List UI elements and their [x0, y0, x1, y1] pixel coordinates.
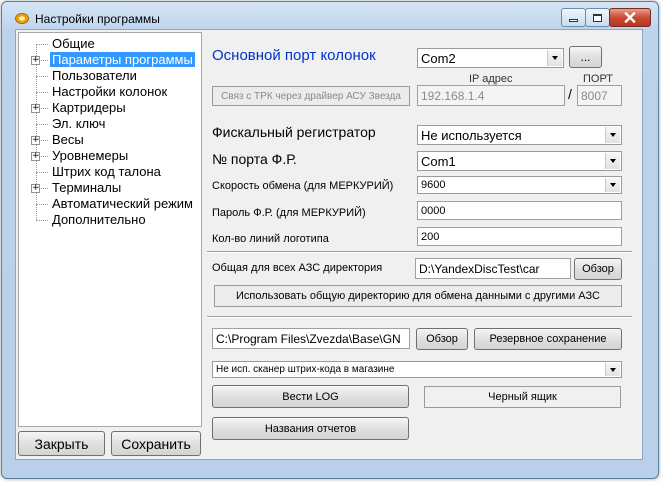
baud-rate-select[interactable]: 9600 [417, 176, 622, 194]
expand-plus-icon[interactable]: + [31, 184, 40, 193]
tree-item[interactable]: Весы [50, 132, 86, 148]
chevron-down-icon [605, 178, 620, 192]
shared-dir-field[interactable]: D:\YandexDiscTest\car [415, 258, 571, 279]
expand-plus-icon[interactable]: + [31, 152, 40, 161]
tree-item-label: Настройки колонок [52, 84, 168, 99]
baud-rate-value: 9600 [421, 179, 446, 191]
tree-item-label: Картридеры [52, 100, 126, 115]
main-port-label: Основной порт колонок [212, 47, 376, 64]
base-path-browse-button[interactable]: Обзор [416, 328, 468, 350]
base-path-field[interactable]: C:\Program Files\Zvezda\Base\GN [212, 328, 410, 349]
fr-password-field[interactable]: 0000 [417, 201, 622, 220]
barcode-scanner-value: Не исп. сканер штрих-кода в магазине [216, 364, 395, 375]
main-port-select[interactable]: Com2 [417, 48, 564, 68]
report-names-button[interactable]: Названия отчетов [212, 417, 409, 440]
ip-address-header: IP адрес [469, 73, 513, 85]
logo-lines-field[interactable]: 200 [417, 227, 622, 246]
tree-item-label: Терминалы [52, 180, 122, 195]
tree-item-label: Автоматический режим [52, 196, 193, 211]
tree-item[interactable]: Настройки колонок [50, 84, 169, 100]
fr-port-label: № порта Ф.Р. [212, 151, 297, 167]
tree-item[interactable]: Общие [50, 36, 97, 52]
chevron-down-icon [605, 363, 620, 376]
shared-dir-browse-button[interactable]: Обзор [574, 258, 622, 280]
tree-connector [36, 220, 48, 221]
tree-connector [36, 204, 48, 205]
close-window-button[interactable] [609, 8, 651, 27]
tree-item[interactable]: Параметры программы [50, 52, 195, 68]
fr-port-select[interactable]: Com1 [417, 151, 622, 171]
chevron-down-icon [605, 153, 620, 169]
port-browse-button[interactable]: ... [569, 46, 602, 68]
fiscal-registrar-value: Не используется [421, 127, 522, 143]
expand-plus-icon[interactable]: + [31, 56, 40, 65]
divider [207, 251, 632, 253]
logo-lines-label: Кол-во линий логотипа [212, 233, 329, 245]
divider [207, 316, 632, 318]
black-box-button[interactable]: Черный ящик [424, 386, 621, 408]
tree-item-label: Пользователи [52, 68, 137, 83]
tree-item-label: Весы [52, 132, 84, 147]
tree-item[interactable]: Уровнемеры [50, 148, 130, 164]
tree-item[interactable]: Терминалы [50, 180, 123, 196]
tree-item-label: Общие [52, 36, 95, 51]
minimize-button[interactable] [561, 8, 586, 27]
fr-password-label: Пароль Ф.Р. (для МЕРКУРИЙ) [212, 207, 366, 219]
ip-port-separator: / [568, 86, 572, 102]
shared-dir-label: Общая для всех АЗС директория [212, 262, 383, 274]
tree-item[interactable]: Картридеры [50, 100, 128, 116]
main-port-value: Com2 [421, 50, 456, 66]
tree-item[interactable]: Дополнительно [50, 212, 148, 228]
close-icon [624, 12, 636, 23]
app-logo-icon [15, 13, 29, 24]
log-button[interactable]: Вести LOG [212, 385, 409, 408]
title-bar[interactable]: Настройки программы [1, 1, 657, 31]
tree-item[interactable]: Эл. ключ [50, 116, 107, 132]
chevron-down-icon [605, 127, 620, 143]
trk-driver-button[interactable]: Связ с ТРК через драйвер АСУ Звезда [212, 86, 410, 106]
use-shared-dir-button[interactable]: Использовать общую директорию для обмена… [214, 285, 622, 307]
tree-connector [36, 44, 48, 45]
tree-item[interactable]: Штрих код талона [50, 164, 163, 180]
tree-item-label: Штрих код талона [52, 164, 161, 179]
save-button[interactable]: Сохранить [111, 431, 201, 456]
maximize-button[interactable] [585, 8, 610, 27]
tree-connector [36, 92, 48, 93]
expand-plus-icon[interactable]: + [31, 104, 40, 113]
window-title: Настройки программы [35, 12, 160, 26]
barcode-scanner-select[interactable]: Не исп. сканер штрих-кода в магазине [212, 361, 622, 378]
fr-port-value: Com1 [421, 153, 456, 169]
close-button[interactable]: Закрыть [18, 431, 105, 456]
tree-connector [36, 124, 48, 125]
tree-connector [36, 44, 37, 220]
ip-port-field[interactable]: 8007 [577, 85, 622, 106]
tree-item-label: Дополнительно [52, 212, 146, 227]
fiscal-registrar-select[interactable]: Не используется [417, 125, 622, 145]
port-header: ПОРТ [583, 73, 614, 85]
tree-connector [36, 76, 48, 77]
ip-address-field[interactable]: 192.168.1.4 [417, 85, 565, 106]
tree-item-label: Эл. ключ [52, 116, 106, 131]
tree-item[interactable]: Автоматический режим [50, 196, 195, 212]
tree-connector [36, 172, 48, 173]
backup-button[interactable]: Резервное сохранение [474, 328, 622, 350]
baud-rate-label: Скорость обмена (для МЕРКУРИЙ) [212, 180, 394, 192]
tree-item[interactable]: Пользователи [50, 68, 139, 84]
expand-plus-icon[interactable]: + [31, 136, 40, 145]
maximize-icon [593, 13, 602, 22]
fiscal-registrar-label: Фискальный регистратор [212, 124, 376, 140]
tree-item-label: Параметры программы [50, 52, 195, 67]
tree-item-label: Уровнемеры [52, 148, 129, 163]
minimize-icon [569, 19, 578, 22]
chevron-down-icon [547, 50, 562, 66]
